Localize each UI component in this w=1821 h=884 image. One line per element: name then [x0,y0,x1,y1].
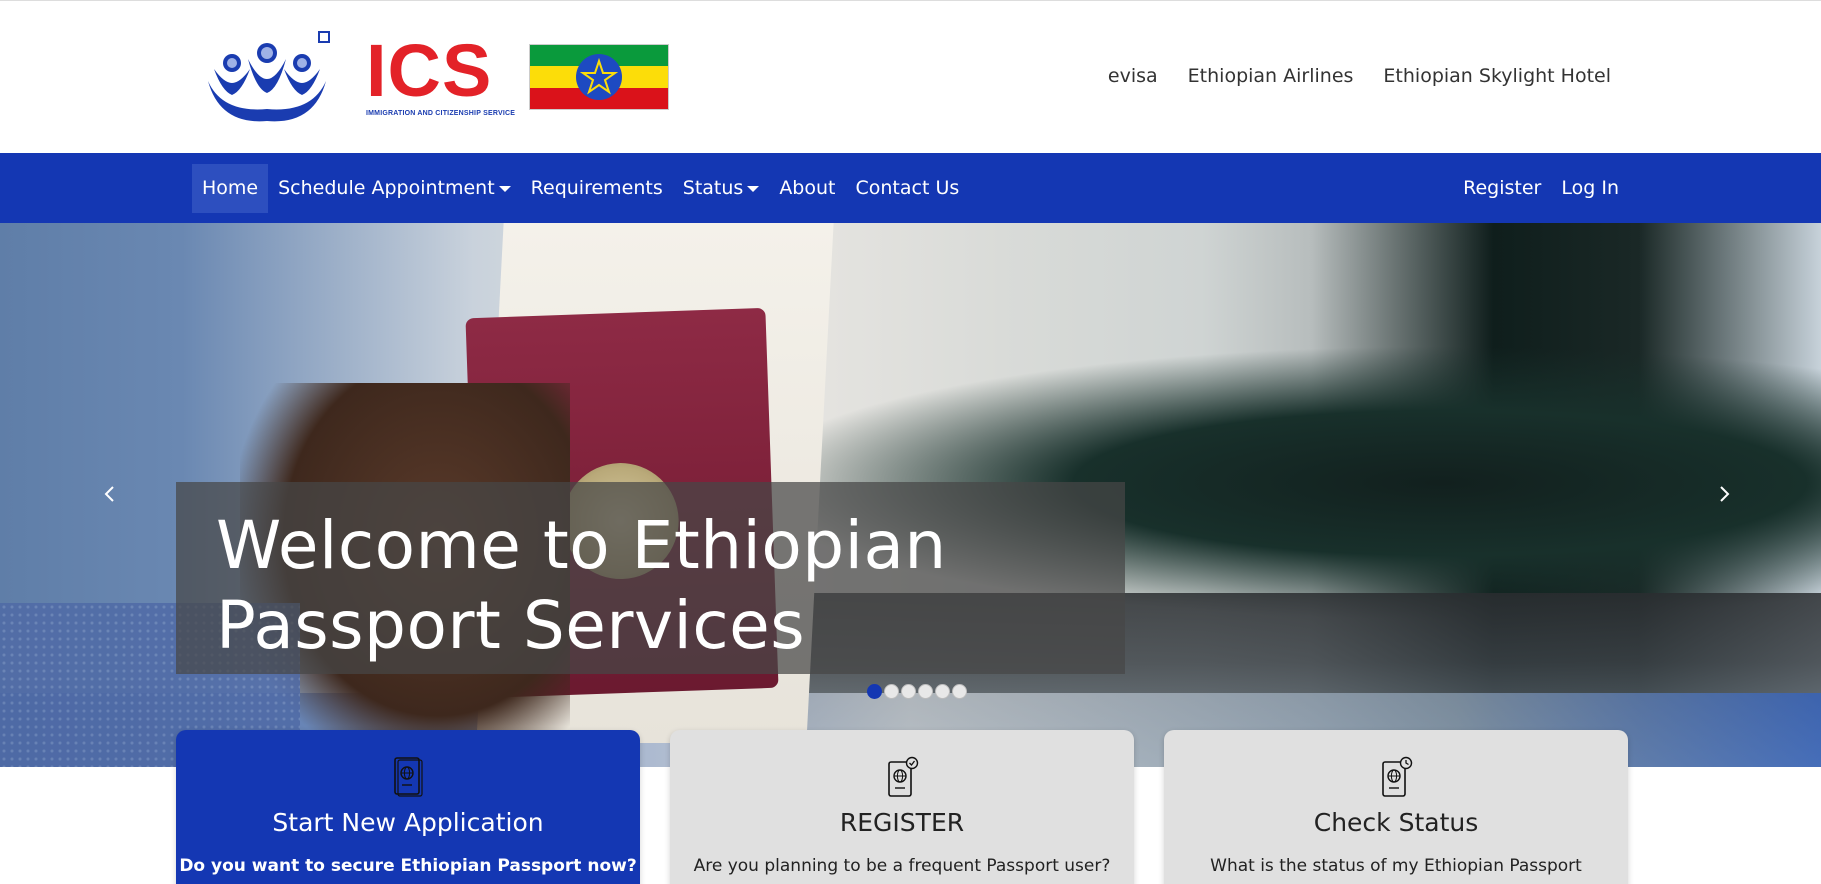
nav-register[interactable]: Register [1453,164,1551,213]
nav-status-label: Status [682,177,744,199]
carousel-indicators [867,684,967,699]
passport-icon [394,757,423,797]
caret-down-icon [747,185,760,192]
carousel-indicator-4[interactable] [918,684,933,699]
main-navbar: Home Schedule Appointment Requirements S… [0,153,1821,223]
carousel-indicator-6[interactable] [952,684,967,699]
nav-home-label: Home [202,177,259,199]
passport-check-icon [888,756,919,797]
carousel-next-button[interactable] [1712,479,1736,509]
passport-clock-icon [1382,756,1413,797]
nav-login-label: Log In [1561,177,1619,199]
card-title: Start New Application [272,808,544,837]
top-links: evisa Ethiopian Airlines Ethiopian Skyli… [1108,65,1611,87]
people-logo-icon [208,31,330,122]
nav-right: Register Log In [1453,164,1629,213]
nav-about-label: About [779,177,836,199]
nav-about[interactable]: About [769,164,845,213]
card-register[interactable]: REGISTER Are you planning to be a freque… [670,730,1134,884]
card-start-new-application[interactable]: Start New Application Do you want to sec… [176,730,640,884]
top-link-skylight-hotel[interactable]: Ethiopian Skylight Hotel [1383,65,1611,87]
nav-status[interactable]: Status [673,164,770,213]
nav-register-label: Register [1463,177,1542,199]
nav-contact-us[interactable]: Contact Us [846,164,970,213]
ics-logo-subtitle: IMMIGRATION AND CITIZENSHIP SERVICE [366,109,516,117]
card-text: Do you want to secure Ethiopian Passport… [179,856,637,876]
hero-caption: Welcome to Ethiopian Passport Services [176,482,1125,674]
card-title: REGISTER [839,808,965,837]
logo-group[interactable]: ICS IMMIGRATION AND CITIZENSHIP SERVICE [200,28,670,125]
top-link-evisa[interactable]: evisa [1108,65,1158,87]
card-check-status[interactable]: Check Status What is the status of my Et… [1164,730,1628,884]
card-text: What is the status of my Ethiopian Passp… [1210,856,1582,876]
carousel-prev-button[interactable] [98,479,122,509]
caret-down-icon [498,185,511,192]
nav-requirements-label: Requirements [530,177,663,199]
card-text: Are you planning to be a frequent Passpo… [693,856,1111,876]
nav-login[interactable]: Log In [1551,164,1629,213]
nav-requirements[interactable]: Requirements [521,164,673,213]
carousel-indicator-5[interactable] [935,684,950,699]
top-link-ethiopian-airlines[interactable]: Ethiopian Airlines [1188,65,1354,87]
ethiopian-flag-icon [529,44,670,110]
carousel-indicator-2[interactable] [884,684,899,699]
carousel-indicator-1[interactable] [867,684,882,699]
nav-schedule-appointment[interactable]: Schedule Appointment [268,164,521,213]
nav-contact-us-label: Contact Us [855,177,960,199]
top-header: ICS IMMIGRATION AND CITIZENSHIP SERVICE … [0,0,1821,153]
hero-caption-title: Welcome to Ethiopian Passport Services [216,507,947,664]
nav-left: Home Schedule Appointment Requirements S… [192,164,969,213]
ics-logo-text: ICS [366,28,493,112]
nav-schedule-appointment-label: Schedule Appointment [278,177,495,199]
nav-home[interactable]: Home [192,164,269,213]
chevron-right-icon [1720,486,1730,502]
carousel-indicator-3[interactable] [901,684,916,699]
ics-logo: ICS IMMIGRATION AND CITIZENSHIP SERVICE [366,28,516,117]
card-title: Check Status [1313,808,1479,837]
chevron-left-icon [104,486,114,502]
hero-carousel: Welcome to Ethiopian Passport Services [0,223,1821,767]
